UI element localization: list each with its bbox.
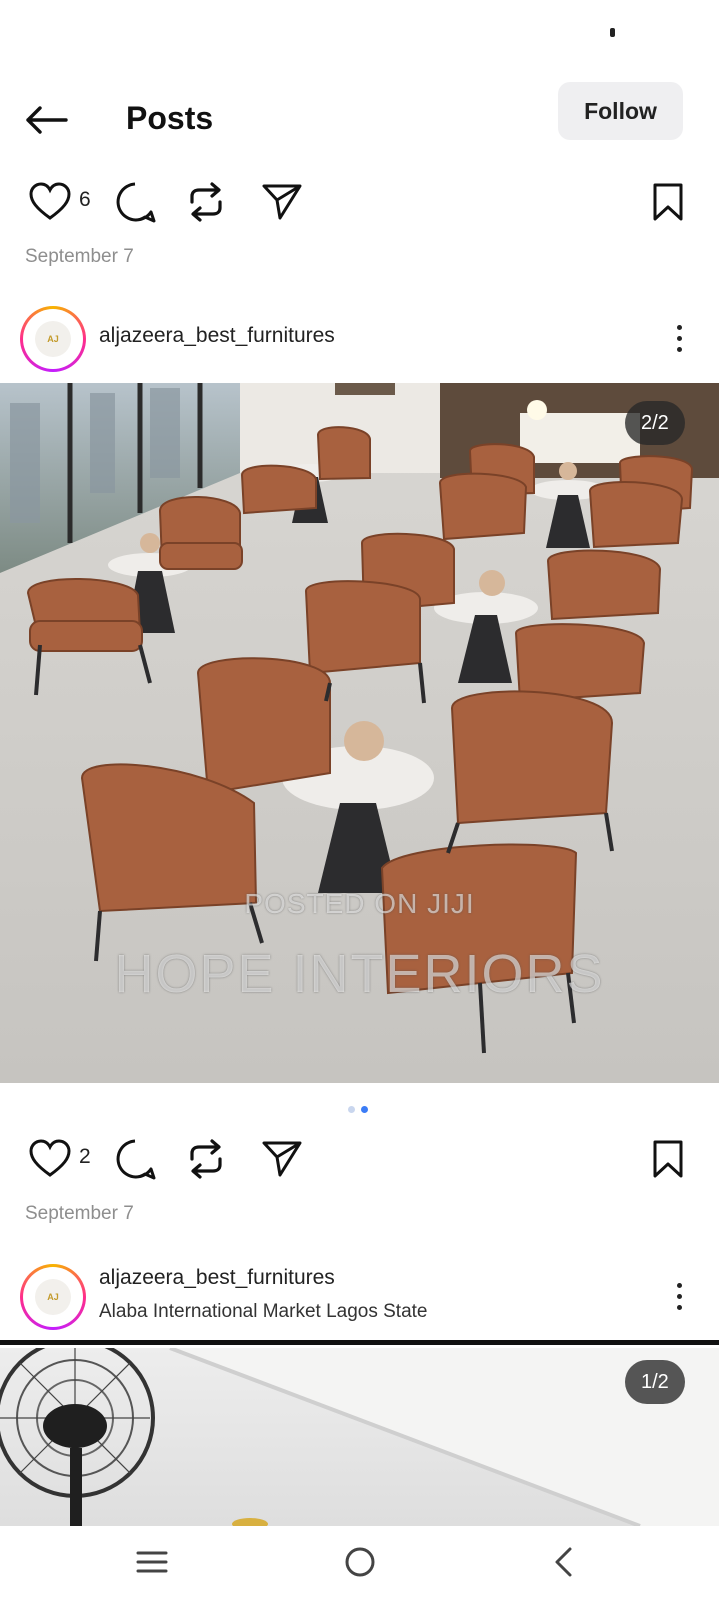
like-button[interactable] xyxy=(28,1137,72,1181)
more-vertical-icon xyxy=(676,1282,682,1288)
comment-button[interactable] xyxy=(113,1137,157,1181)
heart-icon xyxy=(29,1139,71,1177)
post-actions: 2 xyxy=(0,1131,719,1189)
like-button[interactable] xyxy=(28,180,72,224)
follow-button[interactable]: Follow xyxy=(558,82,683,140)
page-title: Posts xyxy=(126,100,214,136)
carousel-dot-active xyxy=(361,1106,368,1113)
repost-icon xyxy=(190,182,222,222)
menu-icon xyxy=(136,1551,168,1573)
divider xyxy=(0,1340,719,1345)
share-button[interactable] xyxy=(261,180,303,224)
back-button[interactable] xyxy=(24,98,76,142)
post-header: AJ aljazeera_best_furnitures xyxy=(0,298,719,378)
system-back-button[interactable] xyxy=(540,1540,588,1584)
post-location[interactable]: Alaba International Market Lagos State xyxy=(99,1301,427,1323)
comment-icon xyxy=(116,1139,156,1180)
watermark-big: HOPE INTERIORS xyxy=(114,944,605,1004)
more-options-button[interactable] xyxy=(664,316,694,360)
post-image[interactable]: 2/2 POSTED ON JIJI HOPE INTERIORS xyxy=(0,383,719,1083)
image-counter: 2/2 xyxy=(625,401,685,445)
save-button[interactable] xyxy=(651,180,685,224)
heart-icon xyxy=(29,182,71,220)
comment-icon xyxy=(116,182,156,223)
send-icon xyxy=(262,184,302,220)
post-date: September 7 xyxy=(25,246,134,267)
arrow-left-icon xyxy=(26,106,68,134)
repost-button[interactable] xyxy=(186,180,226,224)
system-nav-bar xyxy=(0,1526,719,1600)
header: Posts Follow xyxy=(0,78,719,158)
post-actions: 6 xyxy=(0,174,719,232)
carousel-indicator xyxy=(348,1106,368,1113)
like-count: 6 xyxy=(79,188,91,211)
watermark-small: POSTED ON JIJI xyxy=(244,888,475,919)
comment-button[interactable] xyxy=(113,180,157,224)
fan-photo xyxy=(0,1348,719,1526)
carousel-dot xyxy=(348,1106,355,1113)
avatar[interactable]: AJ xyxy=(20,306,86,372)
more-options-button[interactable] xyxy=(664,1274,694,1318)
repost-button[interactable] xyxy=(186,1137,226,1181)
status-indicator-icon xyxy=(610,28,615,37)
save-button[interactable] xyxy=(651,1137,685,1181)
avatar-logo: AJ xyxy=(35,321,71,357)
username[interactable]: aljazeera_best_furnitures xyxy=(99,1266,335,1290)
more-vertical-icon xyxy=(676,324,682,330)
post-header: AJ aljazeera_best_furnitures Alaba Inter… xyxy=(0,1256,719,1336)
avatar[interactable]: AJ xyxy=(20,1264,86,1330)
recent-apps-button[interactable] xyxy=(128,1540,176,1584)
status-bar xyxy=(0,0,719,70)
repost-icon xyxy=(190,1139,222,1179)
home-button[interactable] xyxy=(336,1540,384,1584)
avatar-logo: AJ xyxy=(35,1279,71,1315)
send-icon xyxy=(262,1141,302,1177)
chevron-left-icon xyxy=(555,1547,572,1577)
home-circle-icon xyxy=(345,1547,375,1577)
like-count: 2 xyxy=(79,1145,91,1168)
share-button[interactable] xyxy=(261,1137,303,1181)
post-date: September 7 xyxy=(25,1203,134,1224)
username[interactable]: aljazeera_best_furnitures xyxy=(99,324,335,348)
post-image[interactable]: 1/2 xyxy=(0,1348,719,1526)
image-counter: 1/2 xyxy=(625,1360,685,1404)
bookmark-icon xyxy=(653,183,683,221)
bookmark-icon xyxy=(653,1140,683,1178)
